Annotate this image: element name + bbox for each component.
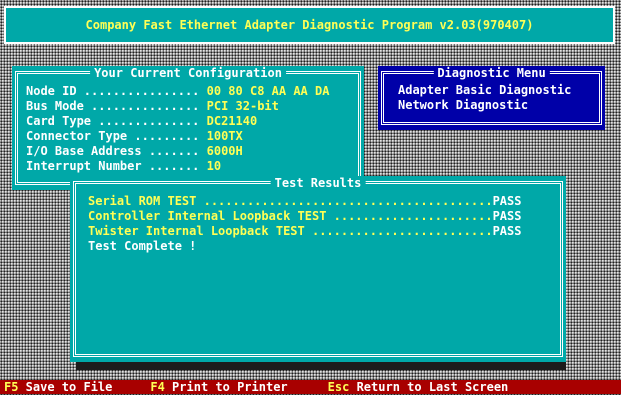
- test-result-twister-loopback: Twister Internal Loopback TEST .........…: [88, 224, 521, 239]
- config-row-interrupt-number: Interrupt Number ....... 10: [26, 159, 329, 174]
- save-to-file-button[interactable]: F5 Save to File: [4, 380, 112, 395]
- configuration-list: Node ID ................ 00 80 C8 AA AA …: [26, 84, 329, 174]
- esc-key: Esc: [327, 379, 350, 394]
- config-value: 00 80 C8 AA AA DA: [206, 84, 330, 98]
- config-row-connector-type: Connector Type ......... 100TX: [26, 129, 329, 144]
- test-result-controller-loopback: Controller Internal Loopback TEST ......…: [88, 209, 521, 224]
- config-row-bus-mode: Bus Mode ............... PCI 32-bit: [26, 99, 329, 114]
- config-label: Card Type ..............: [26, 114, 207, 128]
- diagnostic-menu-heading: Diagnostic Menu: [433, 66, 550, 81]
- test-complete-message: Test Complete !: [88, 239, 197, 253]
- config-value: 10: [206, 159, 222, 173]
- menu-item-adapter-basic-diagnostic[interactable]: Adapter Basic Diagnostic: [398, 83, 571, 98]
- test-results-list: Serial ROM TEST ........................…: [88, 194, 521, 254]
- test-name: Twister Internal Loopback TEST .........…: [88, 224, 493, 238]
- config-row-io-base-address: I/O Base Address ....... 6000H: [26, 144, 329, 159]
- diagnostic-menu: Diagnostic Menu Adapter Basic Diagnostic…: [378, 66, 605, 130]
- configuration-heading: Your Current Configuration: [90, 66, 286, 81]
- config-row-node-id: Node ID ................ 00 80 C8 AA AA …: [26, 84, 329, 99]
- config-label: I/O Base Address .......: [26, 144, 207, 158]
- config-label: Bus Mode ...............: [26, 99, 207, 113]
- test-status: PASS: [492, 209, 522, 223]
- config-row-card-type: Card Type .............. DC21140: [26, 114, 329, 129]
- test-name: Serial ROM TEST ........................…: [88, 194, 493, 208]
- print-to-printer-label: Print to Printer: [164, 379, 288, 394]
- test-status: PASS: [492, 224, 522, 238]
- f4-key: F4: [150, 379, 165, 394]
- print-to-printer-button[interactable]: F4 Print to Printer: [150, 380, 287, 395]
- config-value: DC21140: [206, 114, 258, 128]
- app-title: Company Fast Ethernet Adapter Diagnostic…: [85, 17, 534, 32]
- configuration-panel: Your Current Configuration Node ID .....…: [12, 66, 364, 190]
- config-label: Connector Type .........: [26, 129, 207, 143]
- save-to-file-label: Save to File: [18, 379, 113, 394]
- config-label: Node ID ................: [26, 84, 207, 98]
- f5-key: F5: [4, 379, 19, 394]
- test-status: PASS: [492, 194, 522, 208]
- return-to-last-screen-label: Return to Last Screen: [349, 379, 509, 394]
- test-name: Controller Internal Loopback TEST ......…: [88, 209, 493, 223]
- title-bar: Company Fast Ethernet Adapter Diagnostic…: [4, 6, 615, 44]
- test-result-serial-rom: Serial ROM TEST ........................…: [88, 194, 521, 209]
- return-to-last-screen-button[interactable]: Esc Return to Last Screen: [328, 380, 509, 395]
- config-label: Interrupt Number .......: [26, 159, 207, 173]
- config-value: PCI 32-bit: [206, 99, 279, 113]
- config-value: 100TX: [206, 129, 243, 143]
- config-value: 6000H: [206, 144, 243, 158]
- diagnostic-menu-items: Adapter Basic Diagnostic Network Diagnos…: [398, 83, 571, 113]
- function-key-bar: F5 Save to File F4 Print to Printer Esc …: [0, 380, 621, 394]
- menu-item-network-diagnostic[interactable]: Network Diagnostic: [398, 98, 571, 113]
- test-results-heading: Test Results: [270, 176, 366, 191]
- test-results-panel: Test Results Serial ROM TEST ...........…: [70, 176, 566, 362]
